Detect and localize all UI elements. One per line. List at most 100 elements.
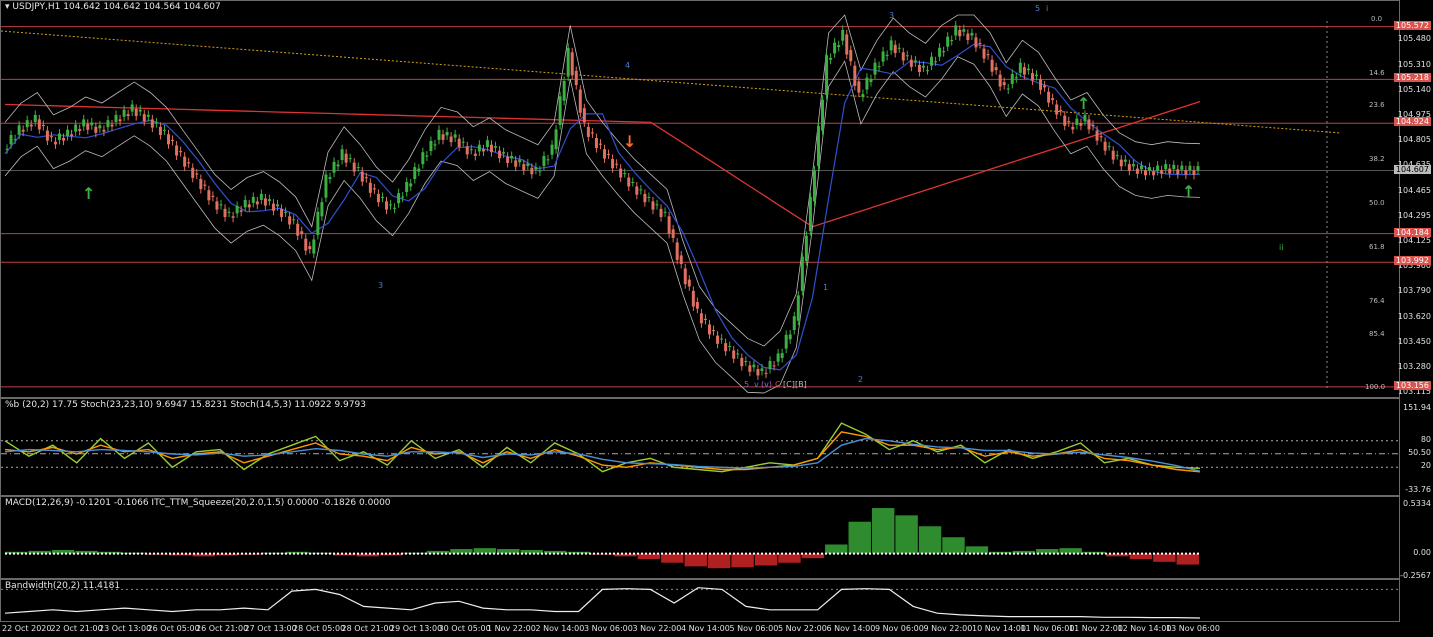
candle-body bbox=[207, 190, 211, 201]
candle-body bbox=[481, 149, 485, 152]
candle-body bbox=[393, 207, 397, 209]
candle-body bbox=[138, 109, 142, 112]
candle-body bbox=[58, 133, 62, 140]
time-tick-label: 6 Nov 14:00 bbox=[826, 624, 876, 633]
candle-body bbox=[304, 238, 308, 251]
candle-body bbox=[1115, 155, 1119, 157]
candle-body bbox=[78, 129, 82, 131]
candle-body bbox=[17, 125, 21, 135]
candle-body bbox=[506, 156, 510, 163]
macd-histogram-bar bbox=[684, 553, 707, 567]
candle-body bbox=[70, 134, 74, 137]
price-level-label: 103.992 bbox=[1393, 256, 1431, 266]
buy-arrow-icon: ↑ bbox=[1077, 94, 1090, 113]
candle-body bbox=[861, 94, 865, 98]
time-tick-label: 13 Nov 06:00 bbox=[1166, 624, 1220, 633]
candle-body bbox=[134, 108, 138, 117]
candle-body bbox=[445, 132, 449, 136]
candle-body bbox=[94, 126, 98, 133]
wave-label-5-top: 5 bbox=[1035, 4, 1041, 13]
time-axis[interactable]: 22 Oct 2020 22 Oct 21:00 23 Oct 13:00 26 Oc… bbox=[0, 622, 1433, 637]
candle-body bbox=[974, 37, 978, 48]
candle-body bbox=[320, 202, 324, 217]
bandwidth-pane[interactable]: Bandwidth(20,2) 11.4181 bbox=[0, 579, 1400, 622]
candle-body bbox=[29, 124, 33, 127]
price-level-label: 104.924 bbox=[1393, 117, 1431, 127]
candle-body bbox=[1160, 170, 1164, 174]
candle-body bbox=[364, 177, 368, 179]
candle-body bbox=[1010, 73, 1014, 84]
fib-level-50: 50.0 bbox=[1369, 199, 1385, 207]
candle-body bbox=[990, 59, 994, 72]
candle-body bbox=[106, 120, 110, 128]
time-tick-label: 1 Nov 22:00 bbox=[487, 624, 536, 633]
candle-body bbox=[150, 119, 154, 128]
candle-body bbox=[1047, 91, 1051, 103]
candle-body bbox=[1006, 88, 1010, 90]
candle-body bbox=[841, 29, 845, 41]
candle-body bbox=[538, 170, 542, 172]
candle-body bbox=[276, 204, 280, 207]
macd-chart-svg bbox=[5, 508, 1201, 569]
candle-body bbox=[45, 130, 49, 141]
candle-body bbox=[413, 167, 417, 180]
candle-body bbox=[574, 70, 578, 86]
candle-body bbox=[126, 114, 130, 117]
candle-body bbox=[352, 162, 356, 172]
price-axis[interactable]: 105.480105.310105.140104.975104.805104.6… bbox=[1393, 0, 1433, 398]
time-tick-label: 26 Oct 05:00 bbox=[147, 624, 200, 633]
candle-body bbox=[1067, 121, 1071, 123]
macd-histogram-bar bbox=[871, 508, 895, 554]
candle-body bbox=[598, 143, 602, 145]
symbol-title: USDJPY,H1 bbox=[12, 2, 61, 12]
candle-body bbox=[1030, 73, 1034, 81]
candle-body bbox=[385, 201, 389, 210]
candle-body bbox=[728, 346, 732, 348]
candle-body bbox=[958, 29, 962, 37]
price-level-label: 104.184 bbox=[1393, 227, 1431, 237]
dropdown-triangle-icon[interactable]: ▾ bbox=[5, 2, 10, 12]
candle-body bbox=[344, 153, 348, 163]
candle-body bbox=[748, 365, 752, 372]
candle-body bbox=[223, 208, 227, 218]
candle-body bbox=[312, 239, 316, 254]
time-tick-label: 29 Oct 13:00 bbox=[390, 624, 443, 633]
candle-body bbox=[586, 126, 590, 137]
candle-body bbox=[784, 334, 788, 349]
candle-body bbox=[191, 167, 195, 178]
candle-body bbox=[340, 149, 344, 161]
price-pane[interactable]: ↑ ↑ ↑ ↓ ▾ USDJPY,H1 104.642 104.642 104.564… bbox=[0, 0, 1400, 398]
candle-body bbox=[905, 55, 909, 57]
stoch-pane-title: %b (20,2) 17.75 Stoch(23,23,10) 9.6947 1… bbox=[5, 400, 366, 410]
candle-body bbox=[1168, 168, 1172, 174]
candle-body bbox=[74, 124, 78, 132]
candle-body bbox=[211, 195, 215, 197]
candle-body bbox=[913, 60, 917, 63]
macd-histogram-bar bbox=[169, 553, 192, 556]
candle-body bbox=[1039, 79, 1043, 90]
macd-pane[interactable]: MACD(12,26,9) -0.1201 -0.1066 ITC_TTM_Sq… bbox=[0, 496, 1400, 579]
candle-body bbox=[526, 163, 530, 166]
candle-body bbox=[62, 138, 66, 141]
candle-body bbox=[162, 129, 166, 131]
candle-body bbox=[720, 338, 724, 340]
candle-body bbox=[812, 170, 816, 202]
candle-body bbox=[154, 122, 158, 124]
candle-body bbox=[263, 198, 267, 206]
candle-body bbox=[405, 182, 409, 193]
stoch-pane[interactable]: %b (20,2) 17.75 Stoch(23,23,10) 9.6947 1… bbox=[0, 398, 1400, 496]
candle-body bbox=[925, 70, 929, 72]
candle-body bbox=[239, 210, 243, 212]
price-tick-label: 103.280 bbox=[1397, 362, 1431, 372]
candle-body bbox=[752, 364, 756, 368]
price-chart-svg: ↑ ↑ ↑ ↓ bbox=[1, 14, 1399, 394]
macd-histogram-bar bbox=[473, 548, 497, 554]
candle-body bbox=[332, 161, 336, 173]
candle-body bbox=[829, 57, 833, 60]
candle-body bbox=[90, 122, 94, 126]
candle-body bbox=[308, 246, 312, 250]
candle-body bbox=[380, 196, 384, 198]
candle-body bbox=[21, 129, 25, 132]
wave-label-ii: ii bbox=[1279, 243, 1284, 252]
candle-body bbox=[510, 155, 514, 159]
